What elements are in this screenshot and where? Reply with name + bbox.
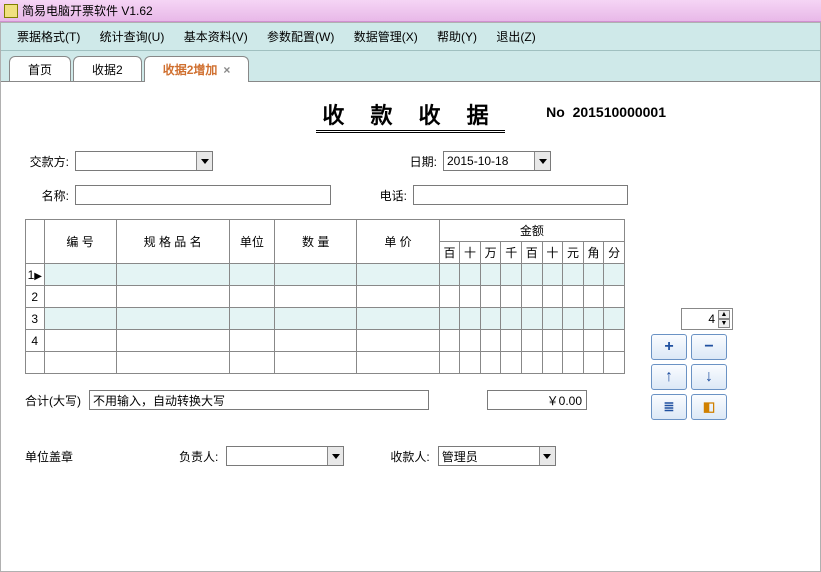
table-row[interactable]: 1▶ [26, 264, 625, 286]
row-num: 4 [26, 330, 45, 352]
doc-no-label: No [546, 104, 565, 120]
date-label: 日期: [393, 153, 437, 170]
cashier-combo[interactable] [438, 446, 556, 466]
window-body: 票据格式(T) 统计查询(U) 基本资料(V) 参数配置(W) 数据管理(X) … [0, 22, 821, 572]
chevron-down-icon[interactable] [327, 447, 343, 465]
digit-bai: 百 [439, 242, 460, 264]
col-amount: 金额 [439, 220, 624, 242]
row-count-spinner[interactable]: 4 ▲ ▼ [681, 308, 733, 330]
col-unit: 单位 [229, 220, 274, 264]
menu-data-mgmt[interactable]: 数据管理(X) [346, 26, 426, 47]
menu-basic-data[interactable]: 基本资料(V) [176, 26, 256, 47]
digit-jiao: 角 [583, 242, 604, 264]
move-up-button[interactable]: ↑ [651, 364, 687, 390]
doc-no-value: 201510000001 [573, 104, 666, 120]
digit-shi2: 十 [542, 242, 563, 264]
cashier-label: 收款人: [390, 448, 429, 465]
content-area: 收 款 收 据 No 201510000001 交款方: 日期: 名称: 电话: [1, 81, 820, 571]
sum-row [26, 352, 625, 374]
menu-stats[interactable]: 统计查询(U) [92, 26, 173, 47]
digit-bai2: 百 [522, 242, 543, 264]
digit-qian: 千 [501, 242, 522, 264]
digit-wan: 万 [480, 242, 501, 264]
add-row-button[interactable]: + [651, 334, 687, 360]
menu-params[interactable]: 参数配置(W) [259, 26, 342, 47]
row-payer-date: 交款方: 日期: [25, 151, 796, 171]
date-input[interactable] [444, 152, 534, 170]
col-number: 编 号 [44, 220, 116, 264]
close-icon[interactable]: × [223, 63, 230, 77]
phone-label: 电话: [363, 187, 407, 204]
chevron-down-icon[interactable] [534, 152, 550, 170]
table-row[interactable]: 3 [26, 308, 625, 330]
digit-yuan: 元 [563, 242, 584, 264]
footer-row: 单位盖章 负责人: 收款人: [25, 446, 796, 466]
tab-label: 收据2 [92, 63, 123, 77]
manager-label: 负责人: [179, 448, 218, 465]
tab-strip: 首页 收据2 收据2增加 × [1, 51, 820, 81]
menu-bar: 票据格式(T) 统计查询(U) 基本资料(V) 参数配置(W) 数据管理(X) … [1, 23, 820, 51]
col-price: 单 价 [357, 220, 439, 264]
payer-label: 交款方: [25, 153, 69, 170]
line-items-grid[interactable]: 编 号 规 格 品 名 单位 数 量 单 价 金额 百 十 万 千 百 十 元 … [25, 219, 625, 374]
spinner-up-icon[interactable]: ▲ [718, 310, 730, 319]
digit-fen: 分 [604, 242, 625, 264]
cashier-input[interactable] [439, 447, 539, 465]
payer-input[interactable] [76, 152, 196, 170]
stamp-label: 单位盖章 [25, 448, 73, 465]
manager-combo[interactable] [226, 446, 344, 466]
col-rownum [26, 220, 45, 264]
row-num: 3 [26, 308, 45, 330]
spinner-down-icon[interactable]: ▼ [718, 319, 730, 328]
minus-icon: − [704, 338, 713, 356]
col-name: 规 格 品 名 [116, 220, 229, 264]
date-combo[interactable] [443, 151, 551, 171]
image-icon: ◧ [703, 399, 715, 415]
plus-icon: + [664, 338, 673, 356]
move-down-button[interactable]: ↓ [691, 364, 727, 390]
side-controls: 4 ▲ ▼ + − ↑ ↓ ≣ ◧ [651, 308, 733, 420]
tab-label: 收据2增加 [163, 63, 218, 77]
spinner-value: 4 [684, 312, 718, 326]
name-input[interactable] [75, 185, 331, 205]
doc-title: 收 款 收 据 [316, 98, 504, 133]
total-caps-input[interactable] [89, 390, 429, 410]
tab-home[interactable]: 首页 [9, 56, 71, 82]
row-num: 1▶ [26, 264, 45, 286]
list-button[interactable]: ≣ [651, 394, 687, 420]
app-icon [4, 4, 18, 18]
menu-help[interactable]: 帮助(Y) [429, 26, 485, 47]
chevron-down-icon[interactable] [539, 447, 555, 465]
menu-ticket-format[interactable]: 票据格式(T) [9, 26, 88, 47]
menu-exit[interactable]: 退出(Z) [488, 26, 543, 47]
image-button[interactable]: ◧ [691, 394, 727, 420]
doc-number: No 201510000001 [546, 104, 666, 120]
total-caps-label: 合计(大写) [25, 392, 81, 409]
remove-row-button[interactable]: − [691, 334, 727, 360]
row-name-phone: 名称: 电话: [25, 185, 796, 205]
name-label: 名称: [25, 187, 69, 204]
digit-shi: 十 [460, 242, 481, 264]
table-row[interactable]: 4 [26, 330, 625, 352]
doc-header: 收 款 收 据 No 201510000001 [25, 98, 796, 133]
manager-input[interactable] [227, 447, 327, 465]
title-bar: 简易电脑开票软件 V1.62 [0, 0, 821, 22]
arrow-up-icon: ↑ [665, 368, 673, 386]
phone-input[interactable] [413, 185, 628, 205]
arrow-down-icon: ↓ [705, 368, 713, 386]
app-title: 简易电脑开票软件 V1.62 [22, 2, 153, 19]
tab-label: 首页 [28, 63, 52, 77]
total-amount[interactable] [487, 390, 587, 410]
chevron-down-icon[interactable] [196, 152, 212, 170]
payer-combo[interactable] [75, 151, 213, 171]
row-num: 2 [26, 286, 45, 308]
table-row[interactable]: 2 [26, 286, 625, 308]
list-icon: ≣ [664, 399, 675, 415]
tab-receipt2-add[interactable]: 收据2增加 × [144, 56, 250, 82]
tab-receipt2[interactable]: 收据2 [73, 56, 142, 82]
col-qty: 数 量 [275, 220, 357, 264]
